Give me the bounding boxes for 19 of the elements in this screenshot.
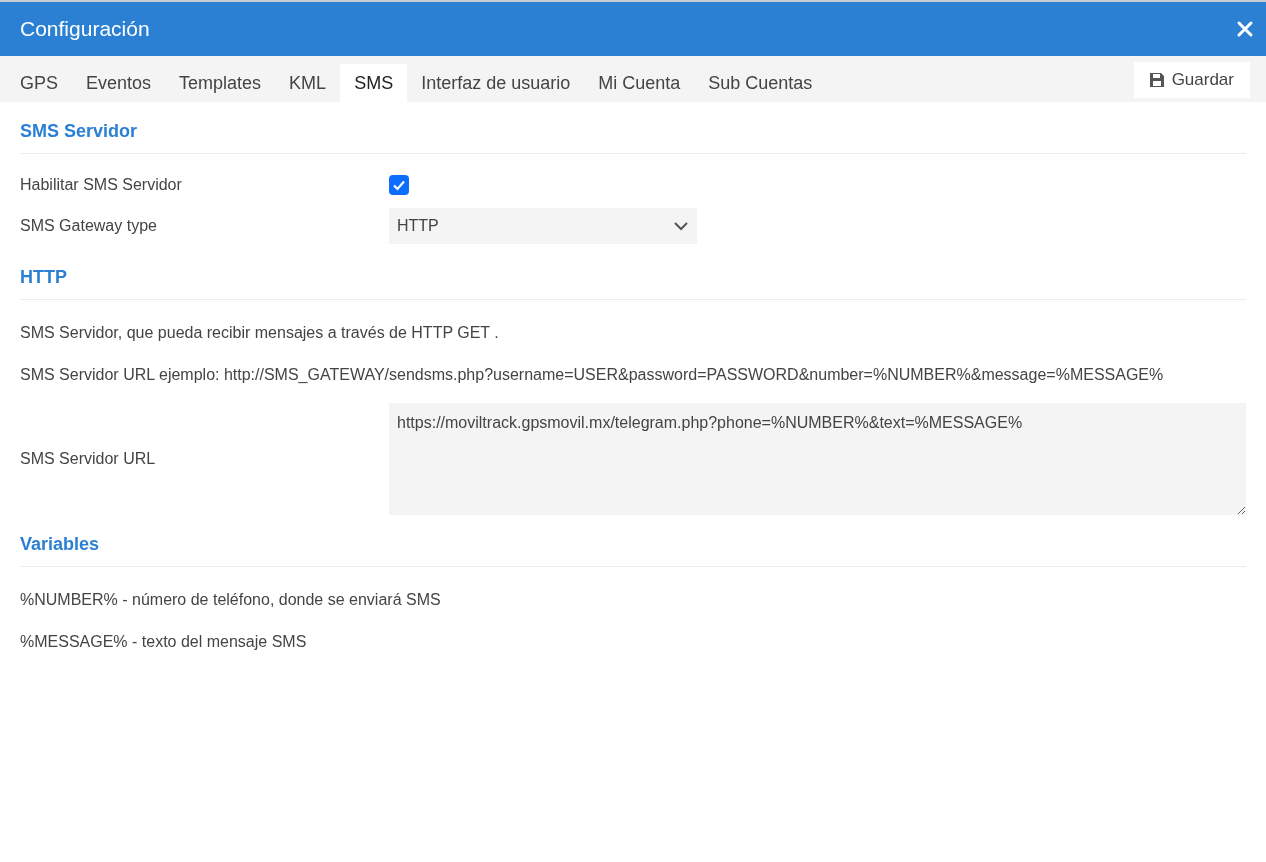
- window-title: Configuración: [20, 16, 150, 43]
- field-label: SMS Gateway type: [20, 216, 158, 236]
- section-heading: HTTP: [20, 264, 1246, 300]
- save-button[interactable]: Guardar: [1133, 62, 1250, 98]
- url-field[interactable]: https://moviltrack.gpsmovil.mx/telegram.php?phone=%NUMBER%&text=%MESSAGE%: [389, 403, 1246, 515]
- gateway-dropdown[interactable]: HTTP: [389, 208, 697, 244]
- field-label: SMS Servidor URL: [20, 449, 157, 469]
- info-text: %MESSAGE% - texto del mensaje SMS: [20, 632, 307, 652]
- checkbox[interactable]: [389, 175, 409, 195]
- tab[interactable]: SMS: [340, 64, 408, 102]
- info-text: SMS Servidor URL ejemplo: http://SMS_GATEWAY/sendsms.php?username=USER&password=PASSWORD&number=%NUMBER%&message=%MESSAGE%: [20, 365, 1164, 385]
- info-text: SMS Servidor, que pueda recibir mensajes a través de HTTP GET .: [20, 323, 499, 343]
- section-heading: Variables: [20, 531, 1246, 567]
- close-icon[interactable]: [1236, 20, 1254, 38]
- section-heading: SMS Servidor: [20, 118, 1246, 154]
- info-text: %NUMBER% - número de teléfono, donde se enviará SMS: [20, 590, 441, 610]
- chevron-down-icon: [673, 221, 689, 231]
- field-label: Habilitar SMS Servidor: [20, 175, 183, 195]
- check-icon: [392, 178, 406, 192]
